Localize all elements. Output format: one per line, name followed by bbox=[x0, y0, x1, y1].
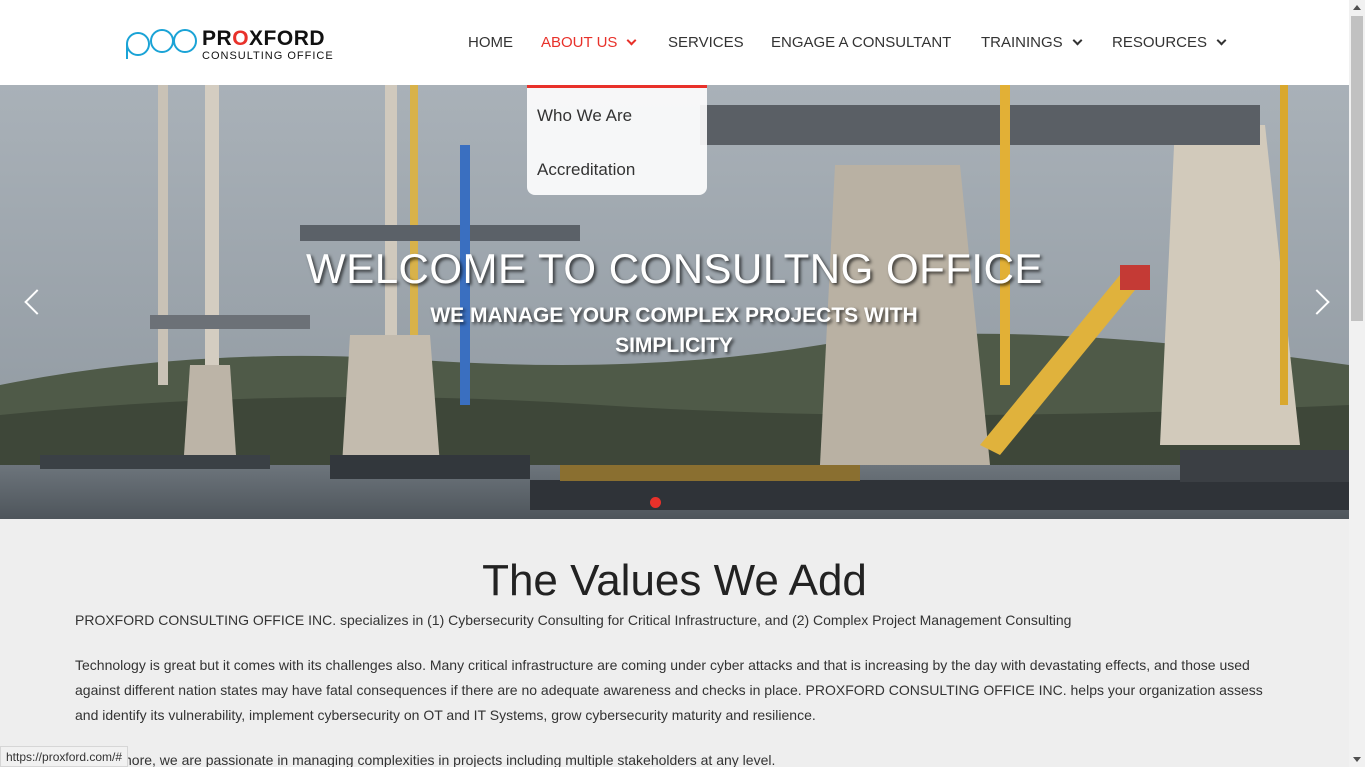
slider-prev-button[interactable] bbox=[20, 285, 50, 319]
chevron-down-icon bbox=[1216, 35, 1227, 46]
site-logo[interactable]: PROXFORD CONSULTING OFFICE bbox=[125, 26, 335, 62]
chevron-down-icon bbox=[1072, 35, 1083, 46]
nav-about-us[interactable]: ABOUT US bbox=[541, 34, 637, 52]
nav-trainings-label: TRAININGS bbox=[981, 34, 1063, 51]
arrow-up-icon bbox=[1353, 5, 1361, 10]
site-header: PROXFORD CONSULTING OFFICE HOME ABOUT US… bbox=[0, 0, 1349, 85]
nav-resources[interactable]: RESOURCES bbox=[1112, 34, 1227, 52]
nav-services[interactable]: SERVICES bbox=[668, 34, 744, 52]
nav-trainings[interactable]: TRAININGS bbox=[981, 34, 1083, 52]
nav-engage-consultant-label: ENGAGE A CONSULTANT bbox=[771, 34, 952, 51]
status-url-tooltip: https://proxford.com/# bbox=[0, 746, 129, 767]
values-paragraph-2: Technology is great but it comes with it… bbox=[75, 657, 1263, 723]
nav-engage-consultant[interactable]: ENGAGE A CONSULTANT bbox=[771, 34, 951, 52]
hero-title: WELCOME TO CONSULTNG OFFICE bbox=[306, 245, 1043, 292]
logo-brand-prefix: PR bbox=[202, 27, 233, 50]
nav-about-us-label: ABOUT US bbox=[541, 34, 618, 51]
values-paragraph-1: PROXFORD CONSULTING OFFICE INC. speciali… bbox=[75, 612, 1072, 628]
dropdown-item-who-we-are[interactable]: Who We Are bbox=[537, 106, 632, 126]
values-title: The Values We Add bbox=[482, 556, 867, 605]
about-us-dropdown: Who We Are Accreditation bbox=[527, 85, 707, 195]
hero-subtitle: WE MANAGE YOUR COMPLEX PROJECTS WITH SIM… bbox=[430, 304, 918, 357]
logo-tagline: CONSULTING OFFICE bbox=[202, 50, 334, 62]
scroll-up-button[interactable] bbox=[1349, 0, 1365, 16]
logo-brand-o: O bbox=[232, 27, 250, 50]
chevron-down-icon bbox=[626, 35, 637, 46]
page-scrollbar[interactable] bbox=[1349, 0, 1365, 767]
nav-services-label: SERVICES bbox=[668, 34, 744, 51]
logo-brand: PROXFORD bbox=[202, 28, 334, 50]
slider-next-button[interactable] bbox=[1304, 285, 1334, 319]
logo-brand-suffix: XFORD bbox=[249, 27, 326, 50]
scroll-down-button[interactable] bbox=[1349, 751, 1365, 767]
values-paragraph-3: Furthermore, we are passionate in managi… bbox=[75, 752, 776, 767]
nav-home[interactable]: HOME bbox=[468, 34, 513, 52]
logo-rings-icon bbox=[126, 29, 197, 59]
nav-resources-label: RESOURCES bbox=[1112, 34, 1208, 51]
slider-indicator-active[interactable] bbox=[650, 497, 661, 508]
dropdown-item-accreditation[interactable]: Accreditation bbox=[537, 160, 635, 180]
arrow-down-icon bbox=[1353, 757, 1361, 762]
nav-home-label: HOME bbox=[468, 34, 513, 51]
slider-indicators bbox=[650, 495, 661, 508]
scrollbar-thumb[interactable] bbox=[1351, 16, 1363, 321]
